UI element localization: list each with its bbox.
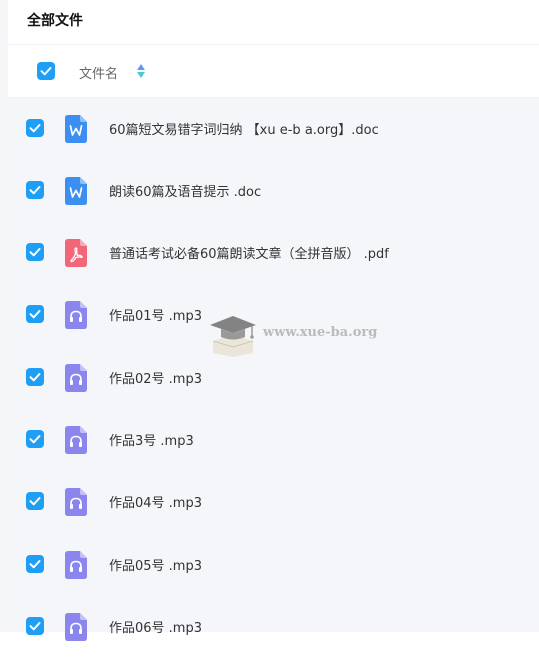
file-name[interactable]: 60篇短文易错字词归纳 【xu e-b a.org】.doc xyxy=(109,119,379,138)
check-icon xyxy=(29,186,41,195)
row-checkbox[interactable] xyxy=(26,243,44,261)
list-header: 文件名 xyxy=(8,45,539,98)
file-list: 60篇短文易错字词归纳 【xu e-b a.org】.doc 朗读60篇及语音提… xyxy=(8,98,539,641)
page-title: 全部文件 xyxy=(27,13,83,29)
audio-file-icon xyxy=(65,364,87,392)
file-name[interactable]: 作品01号 .mp3 xyxy=(109,305,202,324)
audio-file-icon xyxy=(65,301,87,329)
row-checkbox[interactable] xyxy=(26,119,44,137)
file-name[interactable]: 作品3号 .mp3 xyxy=(109,430,194,449)
graduation-cap-icon xyxy=(210,316,256,357)
row-checkbox[interactable] xyxy=(26,305,44,323)
file-row[interactable]: 作品05号 .mp3 xyxy=(8,534,539,596)
file-row[interactable]: 作品04号 .mp3 xyxy=(8,471,539,533)
file-name[interactable]: 朗读60篇及语音提示 .doc xyxy=(109,181,261,200)
file-name[interactable]: 作品04号 .mp3 xyxy=(109,492,202,511)
audio-file-icon xyxy=(65,488,87,516)
check-icon xyxy=(29,124,41,133)
check-icon xyxy=(29,248,41,257)
file-row[interactable]: 作品3号 .mp3 xyxy=(8,409,539,471)
row-checkbox[interactable] xyxy=(26,181,44,199)
row-checkbox[interactable] xyxy=(26,430,44,448)
row-checkbox[interactable] xyxy=(26,555,44,573)
watermark: www.xue-ba.org xyxy=(207,311,407,361)
check-icon xyxy=(29,622,41,631)
sort-icon[interactable] xyxy=(136,62,146,80)
file-name[interactable]: 作品05号 .mp3 xyxy=(109,555,202,574)
check-icon xyxy=(29,373,41,382)
left-edge xyxy=(0,0,8,632)
check-icon xyxy=(29,435,41,444)
row-checkbox[interactable] xyxy=(26,492,44,510)
check-icon xyxy=(40,67,52,76)
audio-file-icon xyxy=(65,613,87,641)
file-name[interactable]: 作品06号 .mp3 xyxy=(109,617,202,636)
pdf-icon xyxy=(65,239,87,267)
audio-file-icon xyxy=(65,426,87,454)
check-icon xyxy=(29,560,41,569)
file-row[interactable]: 朗读60篇及语音提示 .doc xyxy=(8,160,539,222)
title-bar: 全部文件 xyxy=(8,0,539,45)
file-row[interactable]: 60篇短文易错字词归纳 【xu e-b a.org】.doc xyxy=(8,98,539,160)
file-name[interactable]: 普通话考试必备60篇朗读文章（全拼音版） .pdf xyxy=(109,243,389,262)
word-doc-icon xyxy=(65,177,87,205)
check-icon xyxy=(29,497,41,506)
row-checkbox[interactable] xyxy=(26,368,44,386)
select-all-checkbox[interactable] xyxy=(37,62,55,80)
row-checkbox[interactable] xyxy=(26,617,44,635)
watermark-text: www.xue-ba.org xyxy=(263,325,378,340)
file-name[interactable]: 作品02号 .mp3 xyxy=(109,368,202,387)
file-row[interactable]: 普通话考试必备60篇朗读文章（全拼音版） .pdf xyxy=(8,222,539,284)
file-row[interactable]: 作品06号 .mp3 xyxy=(8,596,539,658)
word-doc-icon xyxy=(65,115,87,143)
audio-file-icon xyxy=(65,551,87,579)
check-icon xyxy=(29,310,41,319)
column-header-filename[interactable]: 文件名 xyxy=(79,63,118,82)
